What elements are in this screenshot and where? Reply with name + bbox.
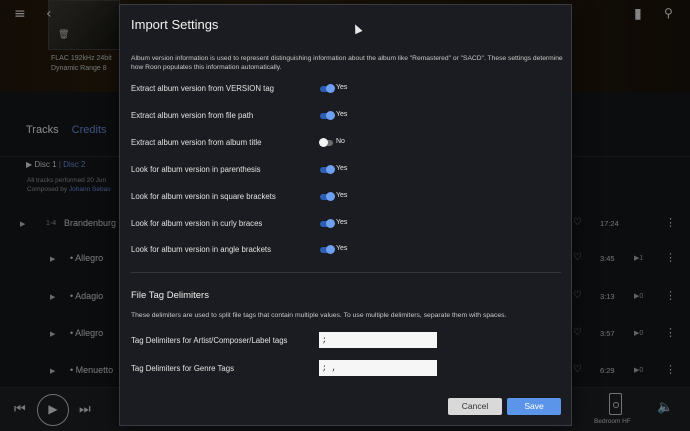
toggle-file-path[interactable] <box>320 111 335 120</box>
genre-delimiters-label: Tag Delimiters for Genre Tags <box>131 364 234 373</box>
toggle-state-text: Yes <box>336 84 348 91</box>
toggle-album-title[interactable] <box>319 138 333 147</box>
toggle-angle-brackets[interactable] <box>320 245 335 254</box>
genre-delimiters-input[interactable] <box>319 360 437 376</box>
toggle-state-text: No <box>336 138 345 145</box>
artist-delimiters-label: Tag Delimiters for Artist/Composer/Label… <box>131 336 288 345</box>
dialog-description: Album version information is used to rep… <box>131 55 563 71</box>
option-label-curly-braces: Look for album version in curly braces <box>131 219 263 228</box>
toggle-state-text: Yes <box>336 165 348 172</box>
toggle-parenthesis[interactable] <box>320 165 335 174</box>
mouse-cursor <box>351 22 363 35</box>
dialog-title: Import Settings <box>131 17 219 32</box>
option-label-file-path: Extract album version from file path <box>131 111 254 120</box>
toggle-version-tag[interactable] <box>320 84 335 93</box>
option-label-parenthesis: Look for album version in parenthesis <box>131 165 261 174</box>
save-button[interactable]: Save <box>507 398 561 415</box>
option-label-album-title: Extract album version from album title <box>131 138 262 147</box>
option-label-version-tag: Extract album version from VERSION tag <box>131 84 274 93</box>
toggle-state-text: Yes <box>336 245 348 252</box>
toggle-state-text: Yes <box>336 192 348 199</box>
delimiters-section-title: File Tag Delimiters <box>131 290 209 301</box>
artist-delimiters-input[interactable] <box>319 332 437 348</box>
import-settings-dialog: Import Settings Album version informatio… <box>119 4 572 426</box>
toggle-state-text: Yes <box>336 111 348 118</box>
toggle-state-text: Yes <box>336 219 348 226</box>
toggle-square-brackets[interactable] <box>320 192 335 201</box>
delimiters-description: These delimiters are used to split file … <box>131 312 507 319</box>
option-label-square-brackets: Look for album version in square bracket… <box>131 192 276 201</box>
toggle-curly-braces[interactable] <box>320 219 335 228</box>
section-divider <box>131 272 561 273</box>
option-label-angle-brackets: Look for album version in angle brackets <box>131 245 271 254</box>
cancel-button[interactable]: Cancel <box>448 398 502 415</box>
